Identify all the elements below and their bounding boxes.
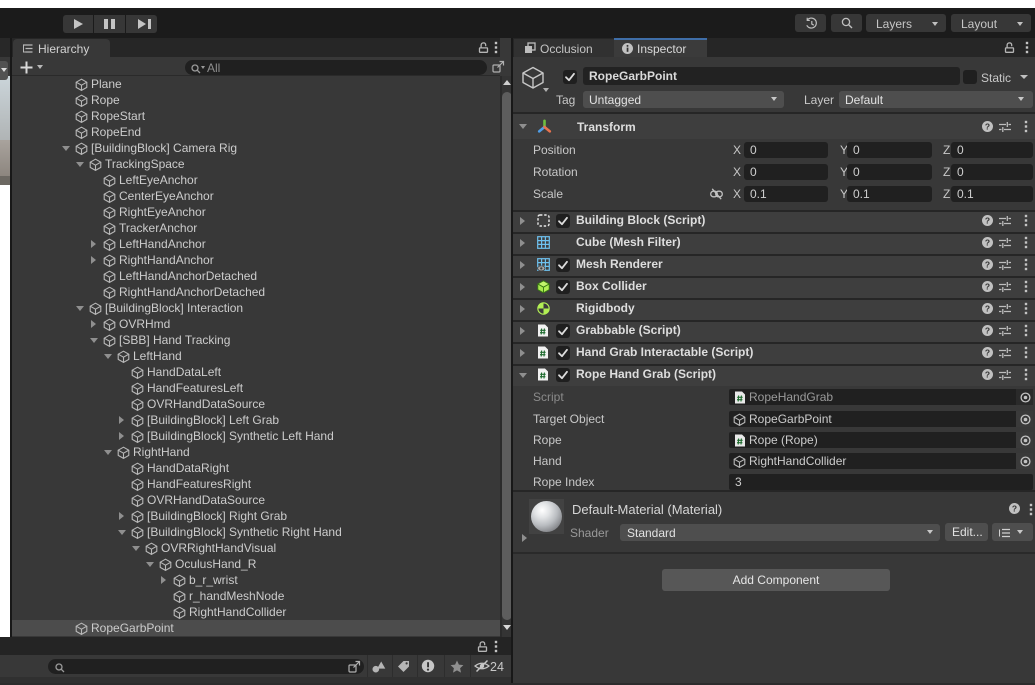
svg-text:?: ? xyxy=(985,237,990,247)
svg-text:?: ? xyxy=(985,347,990,357)
svg-text:?: ? xyxy=(985,281,990,291)
svg-text:?: ? xyxy=(985,369,990,379)
svg-text:?: ? xyxy=(985,121,990,131)
svg-text:?: ? xyxy=(985,325,990,335)
svg-text:?: ? xyxy=(985,303,990,313)
svg-text:?: ? xyxy=(985,215,990,225)
svg-text:?: ? xyxy=(1012,503,1017,513)
svg-text:?: ? xyxy=(985,259,990,269)
